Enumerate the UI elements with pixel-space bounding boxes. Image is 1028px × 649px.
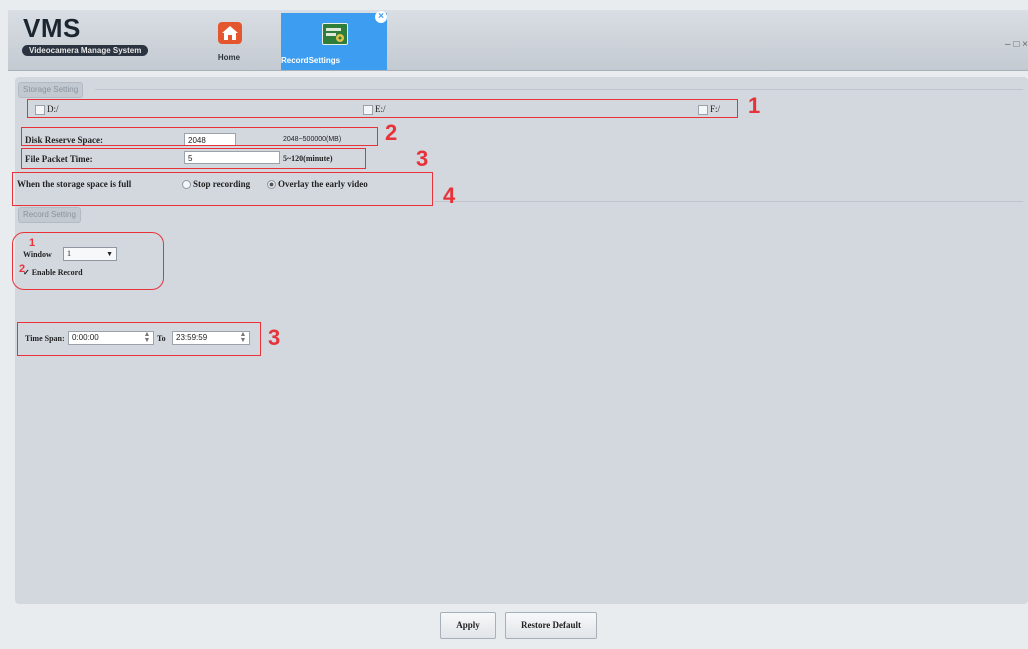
annotation-number-1: 1	[748, 93, 761, 118]
annotation-number-3: 3	[416, 146, 429, 171]
window-controls[interactable]: – □ ×	[1005, 39, 1028, 50]
annotation-box-2	[21, 127, 378, 146]
annotation-small-1: 1	[29, 237, 36, 249]
annotation-box-1	[27, 99, 738, 118]
divider	[95, 89, 1023, 90]
nav-home-tab[interactable]: Home	[208, 10, 250, 70]
header-bar: VMS Videocamera Manage System Home × Rec…	[8, 10, 1028, 71]
record-section-title: Record Setting	[18, 207, 81, 223]
annotation-number-2: 2	[385, 120, 398, 145]
annotation-box-3	[21, 148, 366, 169]
annotation-small-2: 2	[19, 263, 26, 275]
record-settings-icon	[322, 23, 348, 45]
annotation-box-4	[12, 172, 433, 206]
home-icon	[218, 22, 242, 44]
divider	[435, 201, 1023, 202]
nav-home-label: Home	[217, 53, 241, 62]
storage-section-title: Storage Setting	[18, 82, 84, 98]
annotation-number-4: 4	[443, 183, 456, 208]
restore-default-button[interactable]: Restore Default	[505, 612, 597, 639]
nav-recordsettings-label: RecordSettings	[281, 56, 341, 65]
app-subtitle: Videocamera Manage System	[22, 45, 149, 56]
annotation-box-timespan	[17, 322, 261, 356]
apply-button[interactable]: Apply	[440, 612, 496, 639]
app-title: VMS	[23, 13, 81, 43]
annotation-number-3b: 3	[268, 325, 281, 350]
nav-recordsettings-tab[interactable]: × RecordSettings	[281, 11, 387, 70]
app-window: VMS Videocamera Manage System Home × Rec…	[0, 0, 1028, 649]
close-tab-icon[interactable]: ×	[375, 11, 387, 23]
